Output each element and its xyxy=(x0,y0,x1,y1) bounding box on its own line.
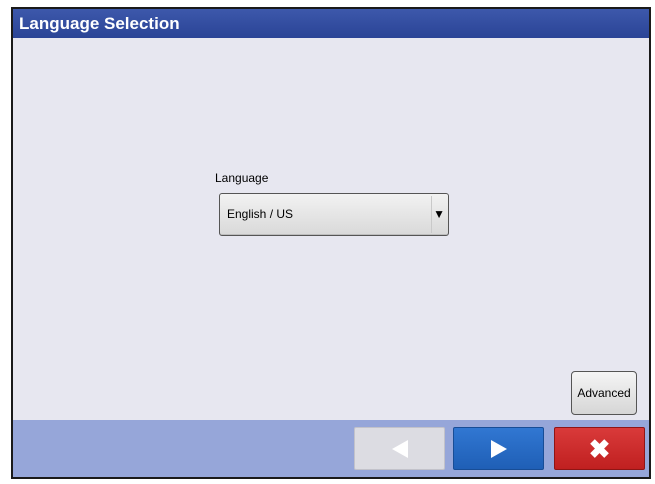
language-selection-window: Language Selection Language English / US… xyxy=(11,7,651,479)
cancel-button[interactable]: ✖ xyxy=(554,427,645,470)
language-dropdown[interactable]: English / US ▼ xyxy=(219,193,449,236)
content-area: Language English / US ▼ Advanced xyxy=(13,38,649,421)
footer-bar: ✖ xyxy=(13,420,649,477)
advanced-button[interactable]: Advanced xyxy=(571,371,637,415)
window-title: Language Selection xyxy=(13,9,649,38)
dropdown-divider xyxy=(431,196,432,233)
next-button[interactable] xyxy=(453,427,544,470)
close-icon: ✖ xyxy=(588,433,611,464)
back-button[interactable] xyxy=(354,427,445,470)
chevron-down-icon: ▼ xyxy=(433,207,445,221)
language-label: Language xyxy=(215,171,269,185)
language-selected-value: English / US xyxy=(227,207,294,221)
right-arrow-icon xyxy=(490,439,507,458)
left-arrow-icon xyxy=(391,439,408,458)
